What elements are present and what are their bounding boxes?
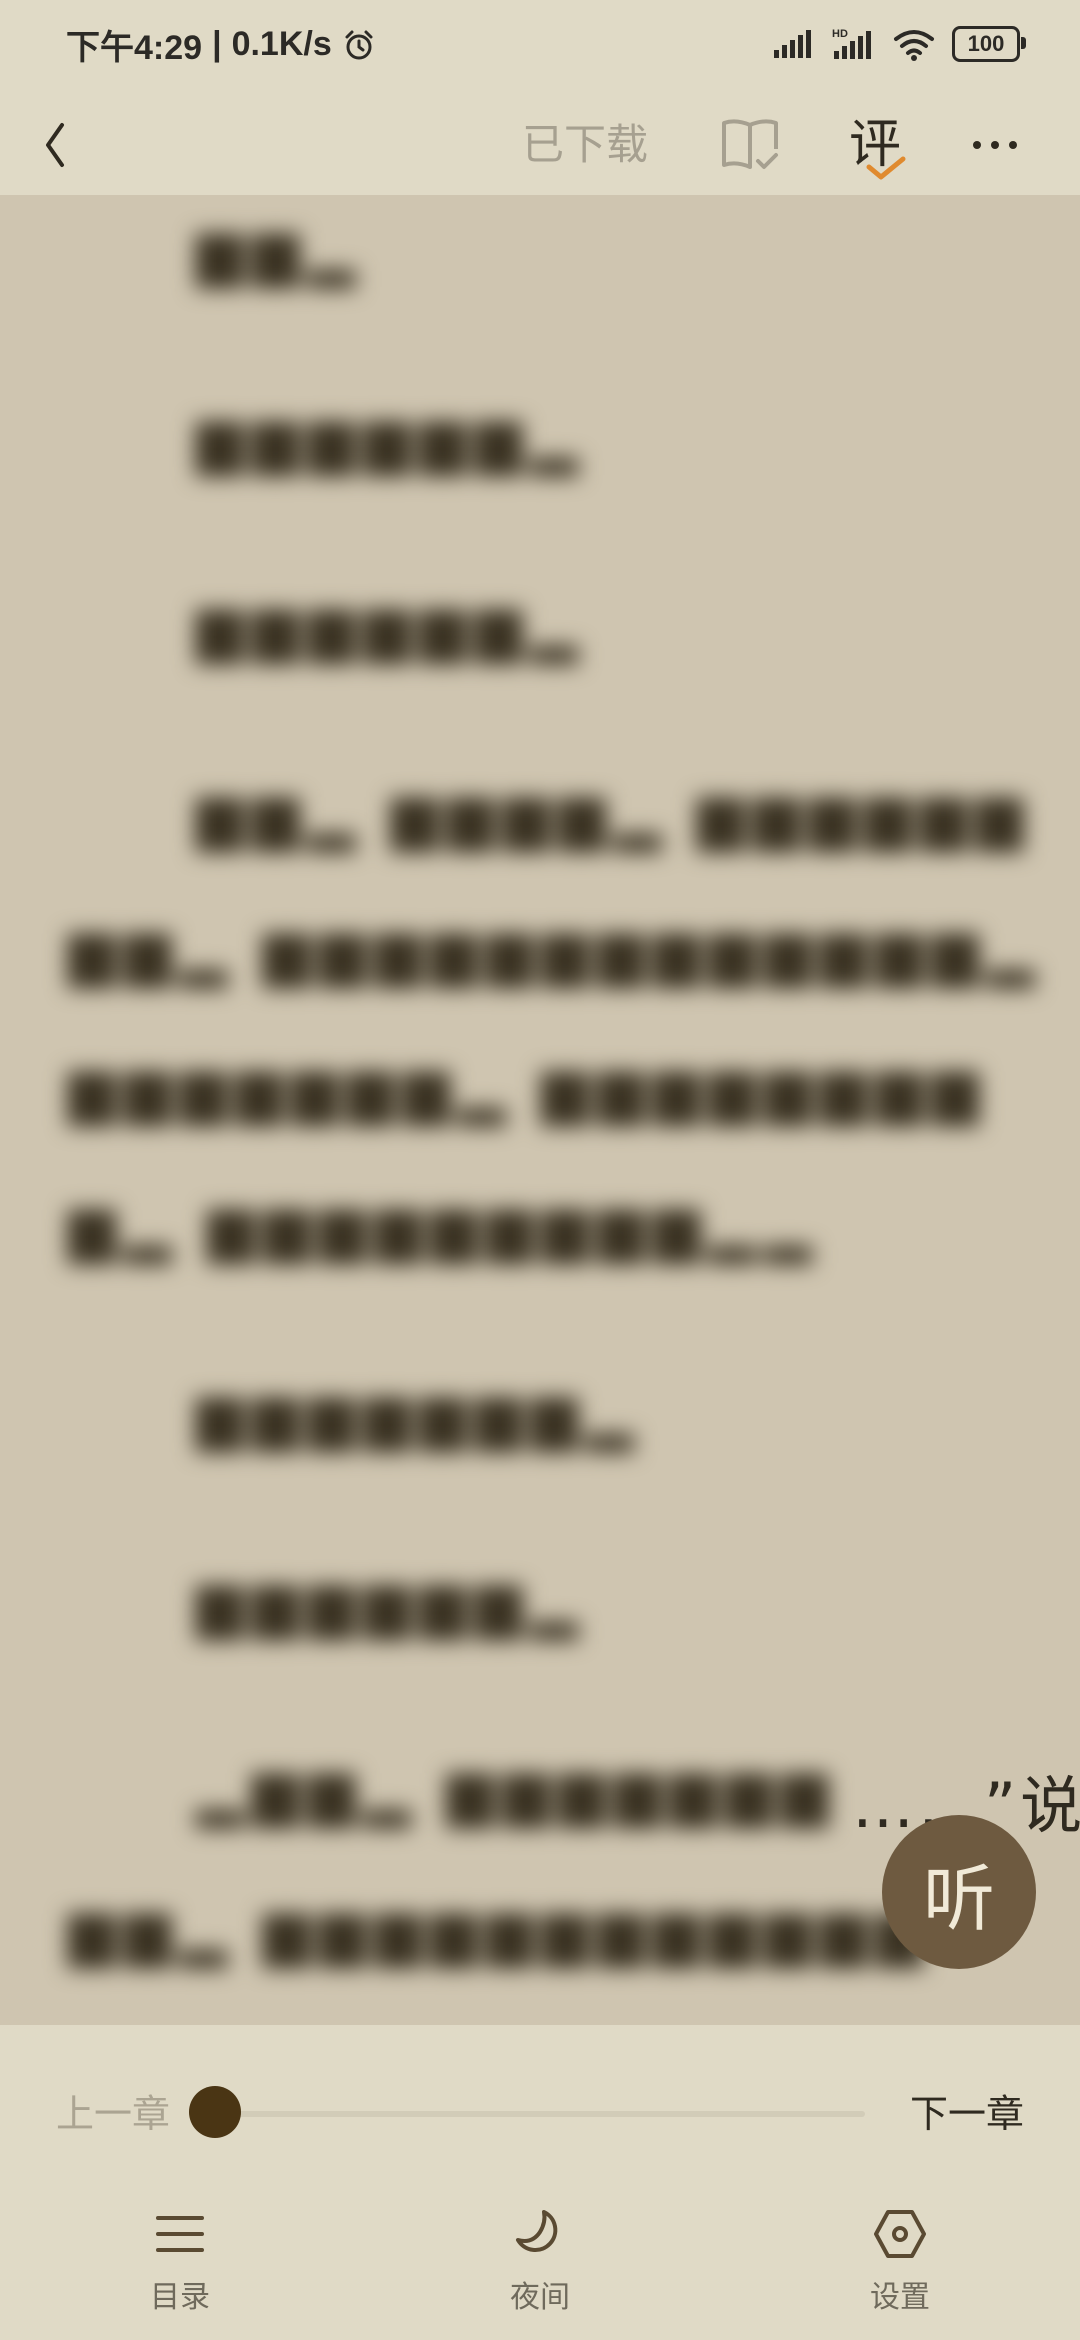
blurred-line: ▆▆▂	[196, 215, 364, 288]
nav-item-catalog[interactable]: 目录	[80, 2204, 280, 2334]
blurred-line: ▆▆▆▆▆▆▆▂	[196, 1379, 642, 1452]
nav-item-night[interactable]: 夜间	[440, 2204, 640, 2334]
svg-text:HD: HD	[832, 28, 848, 40]
listen-label: 听	[922, 1856, 995, 1941]
more-icon	[973, 141, 1017, 149]
nav-item-settings[interactable]: 设置	[800, 2204, 1000, 2334]
status-divider: |	[212, 25, 222, 63]
status-right: HD 100	[772, 26, 1026, 62]
prev-chapter-button[interactable]: 上一章	[56, 2083, 170, 2138]
blurred-line: ▆▆▆▆▆▆▂	[196, 1567, 586, 1640]
blurred-line: ▆▆▂ ▆▆▆▆▂ ▆▆▆▆▆▆	[196, 779, 1031, 852]
status-speed: 0.1K/s	[231, 25, 332, 63]
blurred-line: ▂▆▆▂ ▆▆▆▆▆▆▆	[196, 1755, 837, 1828]
reading-area[interactable]: ▆▆▂ ▆▆▆▆▆▆▂ ▆▆▆▆▆▆▂ ▆▆▂ ▆▆▆▆▂ ▆▆▆▆▆▆ ▆▆▂…	[0, 195, 1080, 2025]
status-bar: 下午4:29 | 0.1K/s HD 100	[0, 0, 1080, 95]
reader-toolbar: 已下载 评	[0, 95, 1080, 195]
back-button[interactable]	[36, 109, 106, 181]
downloaded-label[interactable]: 已下载	[522, 109, 648, 181]
chapter-slider-track[interactable]	[215, 2111, 865, 2117]
review-button[interactable]: 评	[843, 105, 907, 185]
battery-level: 100	[967, 31, 1005, 56]
blurred-line: ▆▆▆▆▆▆▆▂ ▆▆▆▆▆▆▆▆	[68, 1053, 987, 1126]
blurred-line: ▆▆▆▆▆▆▂	[196, 403, 586, 476]
check-icon	[866, 156, 906, 180]
nav-label: 设置	[870, 2280, 930, 2315]
battery-icon: 100	[952, 26, 1026, 62]
signal-icon	[774, 30, 811, 58]
chapter-progress-bar: 上一章 下一章	[0, 2025, 1080, 2190]
chapter-slider-knob[interactable]	[189, 2086, 241, 2138]
nav-label: 目录	[150, 2280, 210, 2315]
blurred-text: ▆▆▂ ▆▆▆▆▆▆▂ ▆▆▆▆▆▆▂ ▆▆▂ ▆▆▆▆▂ ▆▆▆▆▆▆ ▆▆▂…	[0, 195, 1080, 2025]
status-left: 下午4:29 | 0.1K/s	[66, 20, 376, 69]
wifi-icon	[894, 30, 934, 61]
settings-icon	[874, 2210, 926, 2258]
status-time: 下午4:29	[66, 29, 203, 67]
bottom-nav: 目录 夜间 设置	[0, 2190, 1080, 2340]
more-button[interactable]	[960, 109, 1030, 181]
menu-icon	[156, 2216, 204, 2252]
blurred-line: ▆▆▂ ▆▆▆▆▆▆▆▆▆▆▆▆▆▂	[68, 915, 1043, 988]
blurred-line: ▆▂ ▆▆▆▆▆▆▆▆▆▂▂	[68, 1191, 820, 1264]
blurred-line: ▆▆▂ ▆▆▆▆▆▆▆▆▆▆▆▆	[68, 1895, 931, 1968]
listen-button[interactable]: 听	[882, 1815, 1036, 1969]
alarm-icon	[345, 30, 373, 59]
add-to-shelf-button[interactable]	[718, 105, 788, 185]
book-check-icon	[722, 119, 778, 169]
hd-signal-icon: HD	[832, 28, 871, 59]
back-icon	[46, 123, 64, 167]
next-chapter-button[interactable]: 下一章	[910, 2083, 1024, 2138]
nav-label: 夜间	[510, 2280, 570, 2315]
blurred-line: ▆▆▆▆▆▆▂	[196, 591, 586, 664]
moon-icon	[516, 2210, 558, 2253]
